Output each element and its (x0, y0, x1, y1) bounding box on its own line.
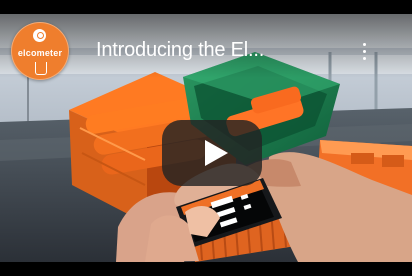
more-options-button[interactable] (355, 38, 373, 66)
bottom-letterbox (0, 262, 412, 276)
video-player[interactable]: elcometer Introducing the El... (0, 0, 412, 276)
video-title[interactable]: Introducing the El... (96, 39, 322, 62)
more-vertical-icon (363, 57, 366, 60)
logo-symbol (33, 29, 46, 42)
more-vertical-icon (363, 50, 366, 53)
more-vertical-icon (363, 43, 366, 46)
play-button[interactable] (162, 120, 262, 186)
logo-beaker-icon (35, 62, 47, 75)
play-icon (205, 140, 228, 166)
top-letterbox (0, 0, 412, 14)
channel-logo[interactable]: elcometer (11, 22, 69, 80)
channel-name: elcometer (17, 48, 63, 58)
